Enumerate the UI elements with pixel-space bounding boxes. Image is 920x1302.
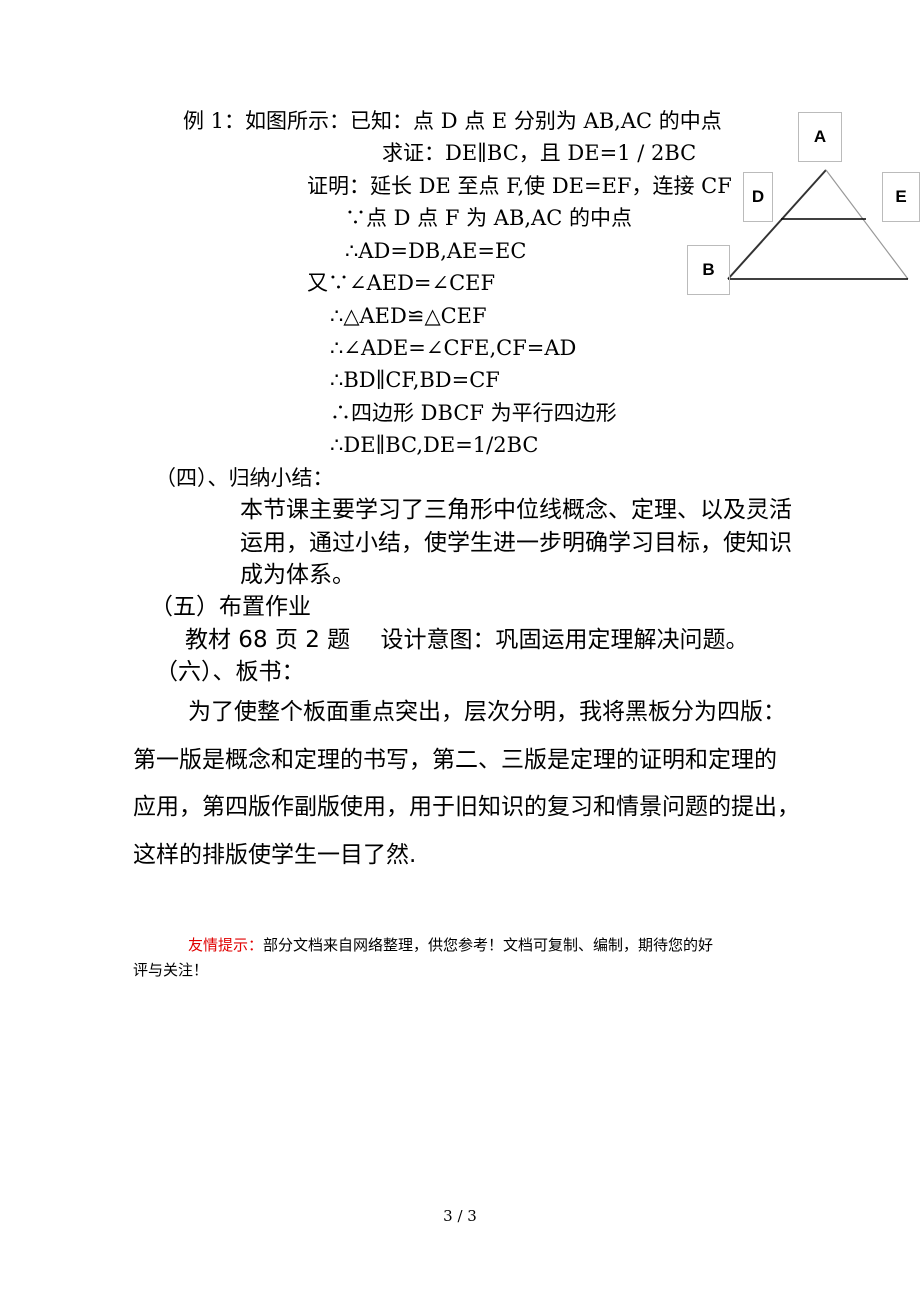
summary-line: 本节课主要学习了三角形中位线概念、定理、以及灵活 [240, 497, 792, 523]
vertex-label-b: B [687, 245, 730, 295]
document-page: 例 1：如图所示：已知：点 D 点 E 分别为 AB,AC 的中点 求证：DE∥… [0, 0, 920, 1302]
proof-line: ∴BD∥CF,BD=CF [330, 368, 500, 392]
proof-line: ∴四边形 DBCF 为平行四边形 [330, 401, 617, 425]
page-number: 3 / 3 [443, 1207, 477, 1225]
proof-line: ∴DE∥BC,DE=1/2BC [330, 433, 539, 457]
board-line: 应用，第四版作副版使用，用于旧知识的复习和情景问题的提出， [133, 794, 800, 820]
footer-text: 部分文档来自网络整理，供您参考！文档可复制、编制，期待您的好 [263, 936, 714, 954]
board-heading: （六）、板书： [155, 659, 305, 685]
board-line: 为了使整个板面重点突出，层次分明，我将黑板分为四版： [188, 699, 786, 725]
vertex-label-a: A [798, 112, 842, 162]
footer-note: 友情提示：部分文档来自网络整理，供您参考！文档可复制、编制，期待您的好 [188, 934, 713, 956]
vertex-label-d: D [743, 172, 773, 222]
triangle-diagram [727, 169, 909, 280]
footer-text-2: 评与关注！ [133, 961, 209, 979]
vertex-label-e: E [882, 172, 920, 222]
board-line: 这样的排版使学生一目了然. [133, 842, 417, 868]
homework-heading: （五）布置作业 [150, 594, 311, 620]
summary-line: 成为体系。 [240, 562, 355, 588]
proof-line: ∴∠ADE=∠CFE,CF=AD [330, 336, 577, 360]
summary-line: 运用，通过小结，使学生进一步明确学习目标，使知识 [240, 530, 792, 556]
footer-label: 友情提示： [188, 936, 264, 954]
summary-heading: （四）、归纳小结： [155, 466, 334, 490]
homework-text: 教材 68 页 2 题 设计意图：巩固运用定理解决问题。 [185, 627, 749, 653]
board-line: 第一版是概念和定理的书写，第二、三版是定理的证明和定理的 [133, 747, 777, 773]
